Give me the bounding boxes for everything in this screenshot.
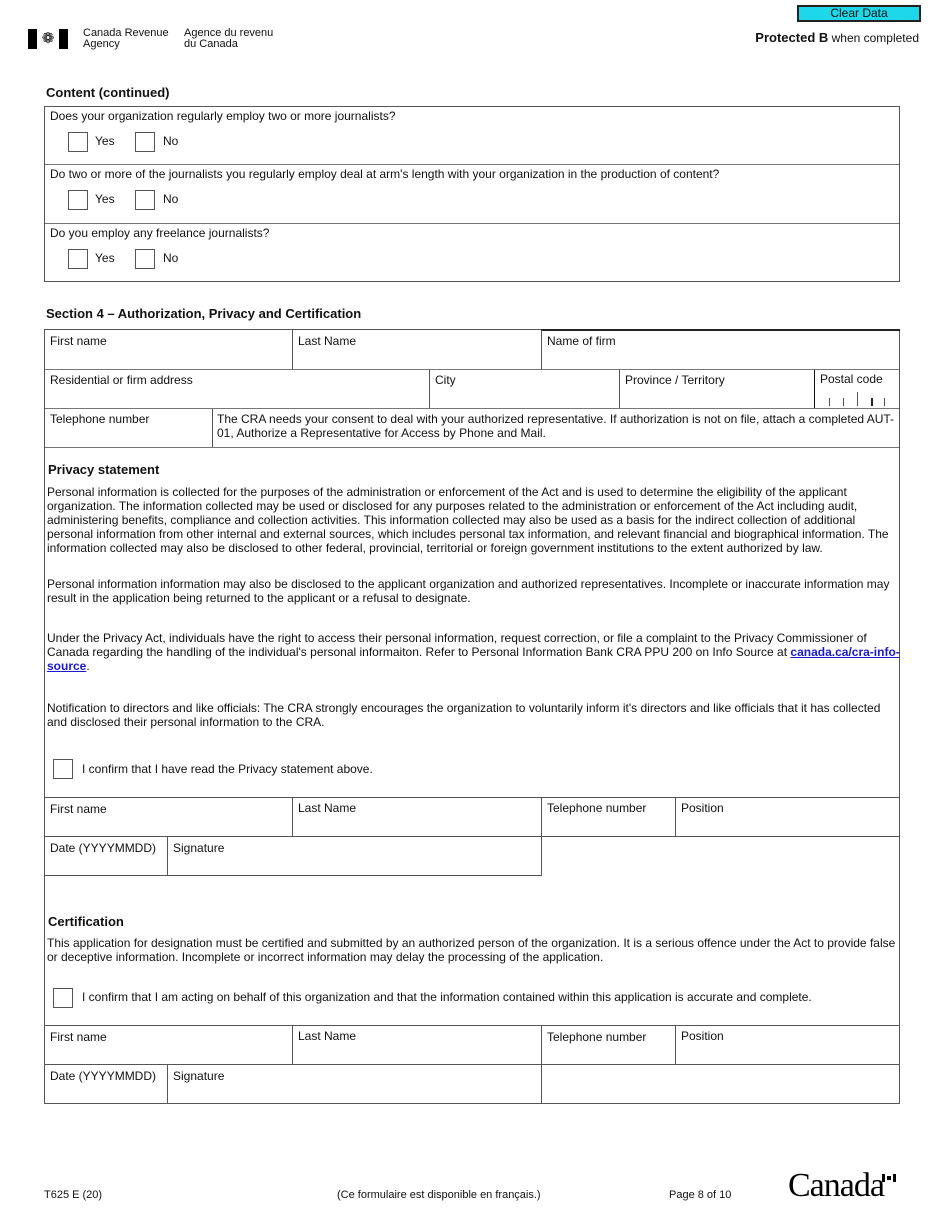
privacy-statement-title: Privacy statement [48,462,160,477]
divider [541,330,542,369]
divider [45,164,899,165]
divider [45,1025,899,1026]
protected-suffix: when completed [828,31,919,45]
divider [292,1025,293,1064]
cert-first-name-field[interactable]: First name [50,1030,107,1044]
rep-last-name-field[interactable]: Last Name [298,334,356,348]
divider [292,797,293,836]
q3-no-label: No [163,251,179,265]
cert-telephone-field[interactable]: Telephone number [547,1030,646,1044]
certification-confirm-label: I confirm that I am acting on behalf of … [82,990,812,1004]
wordmark-flag-icon [882,1174,897,1182]
privacy-paragraph-3: Under the Privacy Act, individuals have … [47,631,902,673]
form-id: T625 E (20) [44,1189,103,1201]
privacy-date-field[interactable]: Date (YYYYMMDD) [50,841,156,855]
content-section-title: Content (continued) [46,85,170,100]
rep-city-field[interactable]: City [435,373,456,387]
divider [45,408,899,409]
consent-note: The CRA needs your consent to deal with … [217,412,895,440]
privacy-paragraph-1: Personal information is collected for th… [47,485,889,555]
divider [167,836,168,876]
certification-confirm-checkbox[interactable] [53,988,73,1008]
q2-yes-checkbox[interactable] [68,190,88,210]
privacy-p3-end: . [86,659,90,673]
q1-no-label: No [163,134,179,148]
divider [45,223,899,224]
privacy-p3-text: Under the Privacy Act, individuals have … [47,631,867,659]
clear-data-button[interactable]: Clear Data [797,5,921,22]
question-employ-journalists: Does your organization regularly employ … [50,109,396,123]
privacy-telephone-field[interactable]: Telephone number [547,801,646,815]
certification-text: This application for designation must be… [47,936,896,964]
protected-notice: Protected B when completed [755,30,919,45]
privacy-confirm-checkbox[interactable] [53,759,73,779]
privacy-paragraph-2: Personal information information may als… [47,577,890,605]
rep-address-field[interactable]: Residential or firm address [50,373,193,387]
divider [619,370,620,408]
divider [167,1064,168,1104]
question-freelance: Do you employ any freelance journalists? [50,226,270,240]
divider [45,447,899,448]
rep-firm-name-field[interactable]: Name of firm [547,334,616,348]
agency-en-line2: Agency [83,38,120,50]
certification-title: Certification [48,914,124,929]
cert-date-field[interactable]: Date (YYYYMMDD) [50,1069,156,1083]
divider [675,797,676,836]
rep-telephone-field[interactable]: Telephone number [50,412,149,426]
privacy-first-name-field[interactable]: First name [50,802,107,816]
divider [675,1025,676,1064]
privacy-last-name-field[interactable]: Last Name [298,801,356,815]
agency-name-fr: Agence du revenu du Canada [184,28,273,50]
divider [292,330,293,369]
cert-signature-field[interactable]: Signature [173,1069,224,1083]
rep-first-name-field[interactable]: First name [50,334,107,348]
divider [541,329,900,331]
divider [45,1064,899,1065]
q1-no-checkbox[interactable] [135,132,155,152]
page-number: Page 8 of 10 [669,1189,732,1201]
agency-fr-line2: du Canada [184,38,238,50]
divider [45,797,899,798]
rep-province-field[interactable]: Province / Territory [625,373,725,387]
agency-name-en: Canada Revenue Agency [83,28,169,50]
divider [45,836,899,837]
q2-no-checkbox[interactable] [135,190,155,210]
q2-yes-label: Yes [95,192,115,206]
privacy-signature-field[interactable]: Signature [173,841,224,855]
canada-flag-icon: ❁ [28,29,68,49]
q3-yes-checkbox[interactable] [68,249,88,269]
protected-level: Protected B [755,30,829,45]
cert-last-name-field[interactable]: Last Name [298,1029,356,1043]
privacy-position-field[interactable]: Position [681,801,724,815]
divider [45,875,542,876]
privacy-paragraph-4: Notification to directors and like offic… [47,701,881,729]
divider [212,409,213,447]
q2-no-label: No [163,192,179,206]
privacy-confirm-label: I confirm that I have read the Privacy s… [82,762,373,776]
q3-no-checkbox[interactable] [135,249,155,269]
rep-postal-code-field[interactable]: Postal code [820,372,883,386]
cert-position-field[interactable]: Position [681,1029,724,1043]
divider [429,370,430,408]
divider [814,370,815,408]
french-availability-note: (Ce formulaire est disponible en françai… [337,1189,541,1201]
q1-yes-label: Yes [95,134,115,148]
divider [45,369,899,370]
question-arms-length: Do two or more of the journalists you re… [50,167,720,181]
section4-title: Section 4 – Authorization, Privacy and C… [46,306,362,321]
canada-wordmark: Canada [788,1167,885,1204]
q1-yes-checkbox[interactable] [68,132,88,152]
q3-yes-label: Yes [95,251,115,265]
